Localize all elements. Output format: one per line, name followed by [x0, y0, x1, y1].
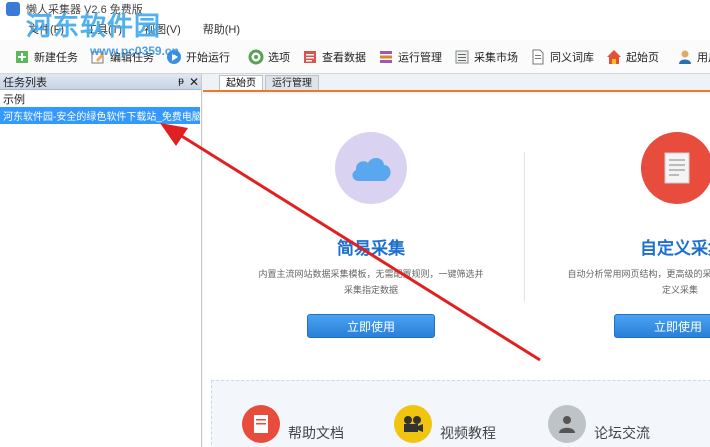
app-icon — [6, 2, 20, 16]
collect-market-button[interactable]: 采集市场 — [448, 43, 524, 71]
start-page-content: 简易采集 内置主流网站数据采集模板，无需配置规则，一键筛选并采集指定数据 立即使… — [203, 94, 710, 447]
user-icon — [677, 49, 693, 65]
card-divider — [524, 152, 525, 302]
watermark-url: www.pc0359.cn — [90, 44, 179, 58]
start-page-button[interactable]: 起始页 — [600, 43, 665, 71]
tab-run-manage[interactable]: 运行管理 — [265, 75, 319, 90]
pin-icon[interactable]: ᵽ — [175, 76, 187, 87]
help-links-panel: 帮助文档 视频教程 论坛交流 — [211, 380, 710, 447]
help-docs-label: 帮助文档 — [288, 425, 344, 441]
tab-bar: 起始页 运行管理 — [203, 74, 710, 92]
market-icon — [454, 49, 470, 65]
run-manage-icon — [378, 49, 394, 65]
custom-collect-heading: 自定义采集 — [640, 239, 710, 258]
synonym-dict-button[interactable]: 同义词库 — [524, 43, 600, 71]
document-icon — [530, 49, 546, 65]
view-data-icon — [302, 49, 318, 65]
run-manage-label: 运行管理 — [398, 51, 442, 64]
simple-collect-heading: 简易采集 — [337, 239, 405, 258]
scroll-icon — [641, 132, 710, 204]
custom-collect-use-button[interactable]: 立即使用 — [614, 314, 710, 338]
task-panel-header: 任务列表 ᵽ ✕ — [0, 74, 201, 90]
watermark-logo: 河东软件园 — [26, 12, 162, 41]
close-icon[interactable]: ✕ — [187, 75, 201, 89]
collect-market-label: 采集市场 — [474, 51, 518, 64]
help-doc-icon — [242, 405, 280, 443]
video-tutorial-label: 视频教程 — [440, 425, 496, 441]
new-task-icon — [14, 49, 30, 65]
new-task-label: 新建任务 — [34, 51, 78, 64]
help-docs-link[interactable]: 帮助文档 — [242, 405, 344, 443]
synonym-dict-label: 同义词库 — [550, 51, 594, 64]
tab-start-page[interactable]: 起始页 — [219, 75, 263, 90]
forum-label: 论坛交流 — [594, 425, 650, 441]
home-icon — [606, 49, 622, 65]
simple-collect-desc: 内置主流网站数据采集模板，无需配置规则，一键筛选并采集指定数据 — [258, 269, 484, 295]
video-camera-icon — [394, 405, 432, 443]
user-login-button[interactable]: 用户登录 — [671, 43, 710, 71]
options-label: 选项 — [268, 51, 290, 64]
custom-collect-desc: 自动分析常用网页结构，更高级的采集功能，快速完成自定义采集 — [567, 269, 710, 295]
task-item[interactable]: 河东软件园-安全的绿色软件下载站_免费电脑软 — [0, 107, 200, 124]
simple-collect-use-button[interactable]: 立即使用 — [307, 314, 435, 338]
cloud-icon — [335, 132, 407, 204]
task-group-example[interactable]: 示例 — [0, 90, 201, 107]
start-run-label: 开始运行 — [186, 51, 230, 64]
task-list-panel: 任务列表 ᵽ ✕ 示例 河东软件园-安全的绿色软件下载站_免费电脑软 — [0, 74, 202, 447]
options-icon — [248, 49, 264, 65]
menu-help[interactable]: 帮助(H) — [203, 21, 240, 37]
run-manage-button[interactable]: 运行管理 — [372, 43, 448, 71]
view-data-label: 查看数据 — [322, 51, 366, 64]
user-login-label: 用户登录 — [697, 51, 710, 64]
options-button[interactable]: 选项 — [242, 43, 296, 71]
start-page-label: 起始页 — [626, 51, 659, 64]
view-data-button[interactable]: 查看数据 — [296, 43, 372, 71]
forum-link[interactable]: 论坛交流 — [548, 405, 650, 443]
task-panel-title: 任务列表 — [3, 76, 47, 89]
video-tutorial-link[interactable]: 视频教程 — [394, 405, 496, 443]
forum-people-icon — [548, 405, 586, 443]
new-task-button[interactable]: 新建任务 — [8, 43, 84, 71]
